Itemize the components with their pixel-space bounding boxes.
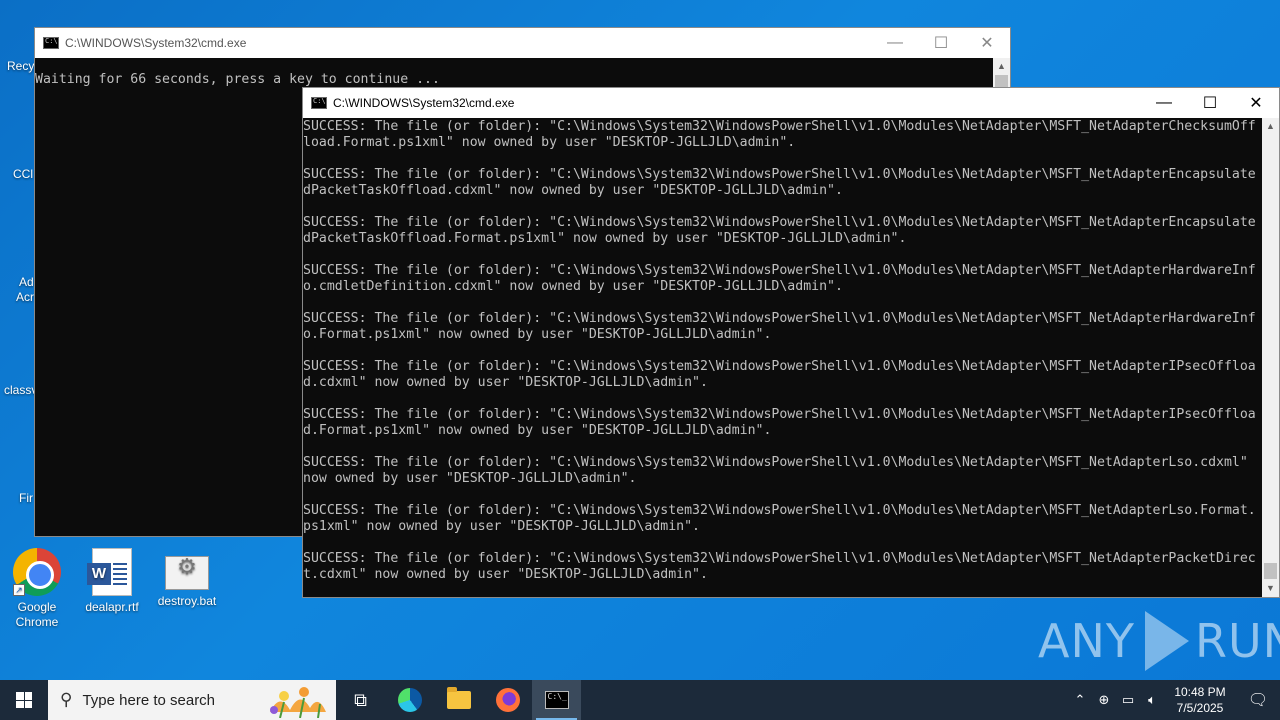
- scroll-up-arrow-icon[interactable]: ▲: [1262, 118, 1279, 135]
- chrome-icon: ↗: [13, 548, 61, 596]
- console-line: load.Format.ps1xml" now owned by user "D…: [303, 135, 796, 150]
- task-view-button[interactable]: ⧉: [336, 680, 385, 720]
- cmd-icon: [311, 97, 327, 109]
- scroll-up-arrow-icon[interactable]: ▲: [993, 58, 1010, 75]
- console-line: SUCCESS: The file (or folder): "C:\Windo…: [303, 407, 1256, 422]
- taskbar: ⚲ Type here to search ⧉ C:\_ ⌃ ⊕ ▭ 🔈︎ 10…: [0, 680, 1280, 720]
- clock-time: 10:48 PM: [1174, 685, 1226, 699]
- title-bar[interactable]: C:\WINDOWS\System32\cmd.exe — ☐ ✕: [35, 28, 1010, 58]
- desktop-icon-partial-label[interactable]: CCl: [13, 167, 33, 181]
- taskbar-cmd[interactable]: C:\_: [532, 680, 581, 720]
- close-button[interactable]: ✕: [1233, 88, 1279, 118]
- console-line: d.Format.ps1xml" now owned by user "DESK…: [303, 423, 772, 438]
- cmd-icon: [43, 37, 59, 49]
- desktop-icon-partial-label[interactable]: classv: [4, 383, 37, 397]
- desktop-icon-destroy-bat[interactable]: destroy.bat: [149, 548, 225, 609]
- console-output[interactable]: SUCCESS: The file (or folder): "C:\Windo…: [303, 119, 1262, 597]
- title-bar[interactable]: C:\WINDOWS\System32\cmd.exe — ☐ ✕: [303, 88, 1279, 118]
- desktop-icon-label: dealapr.rtf: [85, 600, 139, 614]
- console-line: o.Format.ps1xml" now owned by user "DESK…: [303, 327, 772, 342]
- network-icon[interactable]: ▭: [1116, 692, 1140, 708]
- clock[interactable]: 10:48 PM 7/5/2025: [1164, 684, 1236, 716]
- watermark-left-text: ANY: [1038, 614, 1135, 668]
- desktop: Recy CCl Ad Acr classv Fir ↗ Google Chro…: [0, 0, 1280, 680]
- console-line: SUCCESS: The file (or folder): "C:\Windo…: [303, 503, 1256, 518]
- desktop-icon-partial-label[interactable]: Recy: [7, 59, 34, 73]
- taskbar-firefox[interactable]: [483, 680, 532, 720]
- console-line: dPacketTaskOffload.cdxml" now owned by u…: [303, 183, 843, 198]
- console-line: dPacketTaskOffload.Format.ps1xml" now ow…: [303, 231, 907, 246]
- anyrun-watermark: ANY RUN: [1038, 606, 1280, 676]
- vertical-scrollbar[interactable]: ▲ ▼: [1262, 118, 1279, 597]
- search-placeholder: Type here to search: [82, 691, 216, 709]
- scroll-down-arrow-icon[interactable]: ▼: [1262, 580, 1279, 597]
- console-line: d.cdxml" now owned by user "DESKTOP-JGLL…: [303, 375, 708, 390]
- minimize-button[interactable]: —: [1141, 88, 1187, 118]
- start-button[interactable]: [0, 680, 48, 720]
- console-line: SUCCESS: The file (or folder): "C:\Windo…: [303, 263, 1256, 278]
- maximize-button[interactable]: ☐: [918, 28, 964, 58]
- close-button[interactable]: ✕: [964, 28, 1010, 58]
- console-line: SUCCESS: The file (or folder): "C:\Windo…: [303, 311, 1256, 326]
- desktop-icon-partial-label[interactable]: Acr: [16, 290, 34, 304]
- minimize-button[interactable]: —: [872, 28, 918, 58]
- console-line: t.cdxml" now owned by user "DESKTOP-JGLL…: [303, 567, 708, 582]
- console-line: now owned by user "DESKTOP-JGLLJLD\admin…: [303, 471, 637, 486]
- notification-button[interactable]: 🗨︎: [1236, 680, 1280, 720]
- cmd-icon: C:\_: [544, 691, 569, 709]
- cmd-window-front[interactable]: C:\WINDOWS\System32\cmd.exe — ☐ ✕ SUCCES…: [302, 87, 1280, 598]
- scroll-thumb[interactable]: [1264, 563, 1277, 579]
- volume-icon[interactable]: 🔈︎: [1140, 692, 1164, 708]
- shortcut-arrow-icon: ↗: [13, 584, 25, 596]
- console-line: o.cmdletDefinition.cdxml" now owned by u…: [303, 279, 843, 294]
- windows-logo-icon: [16, 692, 32, 708]
- desktop-icon-label: Google Chrome: [15, 600, 59, 629]
- console-line: SUCCESS: The file (or folder): "C:\Windo…: [303, 551, 1256, 566]
- chevron-up-icon[interactable]: ⌃: [1068, 692, 1092, 708]
- search-icon: ⚲: [60, 690, 73, 709]
- notification-icon: 🗨︎: [1247, 692, 1269, 709]
- watermark-right-text: RUN: [1194, 614, 1280, 668]
- taskbar-file-explorer[interactable]: [434, 680, 483, 720]
- folder-icon: [446, 687, 471, 709]
- search-highlight-flowers-icon: [270, 687, 326, 718]
- task-view-icon: ⧉: [354, 689, 367, 710]
- desktop-icon-partial-label[interactable]: Ad: [19, 275, 34, 289]
- console-line: SUCCESS: The file (or folder): "C:\Windo…: [303, 167, 1256, 182]
- usb-icon[interactable]: ⊕: [1092, 692, 1116, 708]
- edge-icon: [397, 688, 422, 712]
- window-title: C:\WINDOWS\System32\cmd.exe: [65, 36, 247, 50]
- console-line: SUCCESS: The file (or folder): "C:\Windo…: [303, 215, 1256, 230]
- firefox-icon: [495, 688, 520, 712]
- play-logo-icon: [1144, 611, 1189, 671]
- batch-file-icon: [165, 556, 209, 590]
- system-tray: ⌃ ⊕ ▭ 🔈︎ 10:48 PM 7/5/2025 🗨︎: [1068, 680, 1280, 720]
- window-title: C:\WINDOWS\System32\cmd.exe: [333, 96, 515, 110]
- taskbar-search-box[interactable]: ⚲ Type here to search: [48, 680, 336, 720]
- clock-date: 7/5/2025: [1176, 701, 1224, 715]
- desktop-icon-chrome[interactable]: ↗ Google Chrome: [0, 548, 75, 630]
- desktop-icon-partial-label[interactable]: Fir: [19, 491, 33, 505]
- maximize-button[interactable]: ☐: [1187, 88, 1233, 118]
- desktop-icon-label: destroy.bat: [157, 594, 217, 608]
- word-document-icon: [87, 548, 132, 596]
- console-line: SUCCESS: The file (or folder): "C:\Windo…: [303, 119, 1256, 134]
- desktop-icon-dealapr[interactable]: dealapr.rtf: [74, 548, 150, 615]
- console-line: SUCCESS: The file (or folder): "C:\Windo…: [303, 455, 1248, 470]
- console-line: SUCCESS: The file (or folder): "C:\Windo…: [303, 359, 1256, 374]
- taskbar-edge[interactable]: [385, 680, 434, 720]
- console-line: ps1xml" now owned by user "DESKTOP-JGLLJ…: [303, 519, 700, 534]
